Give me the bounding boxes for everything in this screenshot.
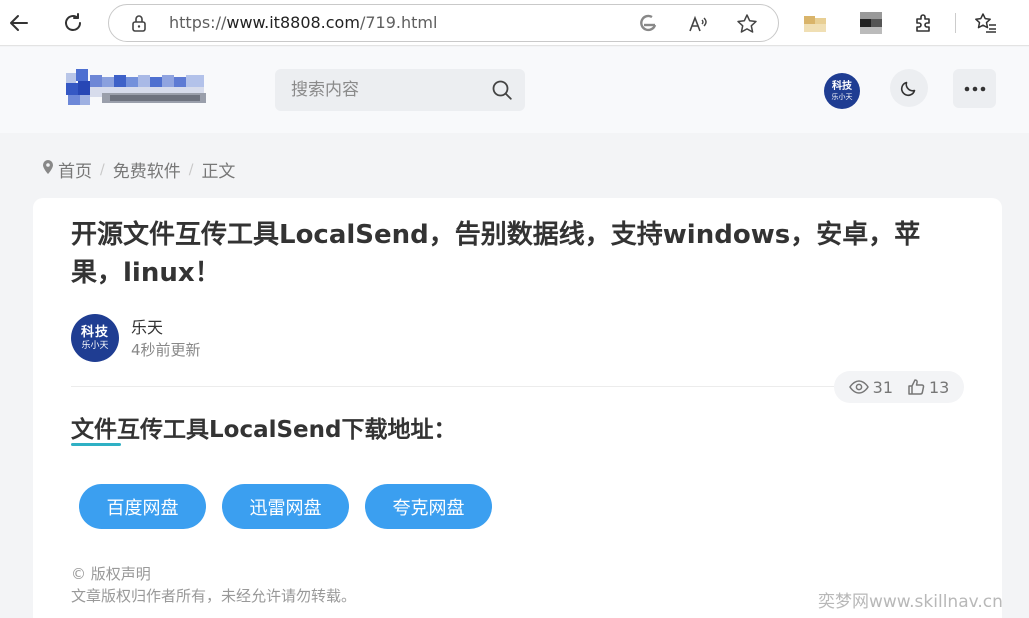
thumbs-up-icon (908, 379, 925, 395)
author-avatar[interactable]: 科技 乐小天 (71, 314, 119, 362)
pixelated-logo-image (66, 69, 206, 105)
search-input[interactable] (291, 79, 481, 101)
article-card: 开源文件互传工具LocalSend，告别数据线，支持windows，安卓，苹果，… (33, 198, 1002, 618)
toolbar-separator (955, 13, 956, 33)
like-count-value: 13 (929, 377, 950, 397)
tracking-prevention-icon[interactable] (637, 13, 659, 35)
heading-underline (71, 443, 121, 446)
meta-divider (71, 386, 961, 387)
more-menu-button[interactable] (953, 69, 996, 108)
extensions-button[interactable] (909, 8, 939, 38)
address-bar[interactable]: https://www.it8808.com/719.html (108, 4, 779, 42)
puzzle-icon (916, 14, 930, 32)
refresh-icon (65, 13, 81, 31)
view-count: 31 (848, 377, 893, 397)
watermark: 奕梦网www.skillnav.cn (818, 592, 1003, 612)
site-logo[interactable] (62, 67, 208, 113)
section-heading: 文件互传工具LocalSend下载地址： (71, 417, 457, 443)
dark-mode-toggle[interactable] (890, 69, 928, 107)
location-pin-icon (42, 159, 54, 180)
article-stats: 31 13 (834, 371, 964, 403)
favorites-button[interactable] (971, 8, 1001, 38)
author-name[interactable]: 乐天 (131, 314, 163, 338)
extension-icon-1[interactable] (804, 12, 826, 34)
url-host: www.it8808.com (226, 13, 360, 32)
read-aloud-icon[interactable] (687, 13, 709, 35)
like-count[interactable]: 13 (907, 378, 949, 397)
copyright-text: 文章版权归作者所有，未经允许请勿转载。 (71, 587, 357, 605)
copyright-title: © 版权声明 (71, 565, 151, 583)
url-scheme: https:// (169, 13, 227, 32)
lock-icon (131, 14, 147, 36)
url-text[interactable]: https://www.it8808.com/719.html (169, 13, 437, 32)
browser-toolbar: https://www.it8808.com/719.html (0, 0, 1029, 46)
more-dots-icon (964, 86, 985, 91)
xunlei-pan-button[interactable]: 迅雷网盘 (222, 484, 349, 529)
update-time: 4秒前更新 (131, 341, 201, 359)
breadcrumb-separator: / (100, 161, 105, 178)
refresh-button[interactable] (58, 8, 88, 38)
eye-icon (848, 380, 869, 394)
user-avatar[interactable]: 科技 乐小天 (824, 73, 860, 109)
quark-pan-button[interactable]: 夸克网盘 (365, 484, 492, 529)
search-box (275, 69, 525, 111)
url-path: /719.html (359, 13, 438, 32)
back-arrow-icon (10, 15, 28, 31)
site-header: 科技 乐小天 (0, 47, 1029, 133)
breadcrumb: 首页 / 免费软件 / 正文 (42, 157, 235, 182)
baidu-pan-button[interactable]: 百度网盘 (79, 484, 206, 529)
view-count-value: 31 (872, 377, 893, 397)
breadcrumb-separator: / (188, 161, 194, 178)
back-button[interactable] (4, 8, 34, 38)
author-avatar-text-sub: 乐小天 (81, 340, 109, 351)
avatar-text-main: 科技 (832, 80, 852, 92)
article-title: 开源文件互传工具LocalSend，告别数据线，支持windows，安卓，苹果，… (71, 220, 921, 288)
avatar-text-sub: 乐小天 (831, 92, 853, 101)
favorites-list-icon (975, 13, 996, 33)
breadcrumb-home[interactable]: 首页 (58, 157, 92, 182)
favorite-star-icon[interactable] (736, 13, 758, 35)
author-avatar-text-main: 科技 (80, 324, 109, 340)
moon-icon (900, 81, 916, 97)
extension-icon-2[interactable] (860, 12, 882, 34)
search-icon[interactable] (491, 79, 513, 101)
breadcrumb-current: 正文 (201, 162, 236, 182)
breadcrumb-category[interactable]: 免费软件 (113, 157, 181, 182)
